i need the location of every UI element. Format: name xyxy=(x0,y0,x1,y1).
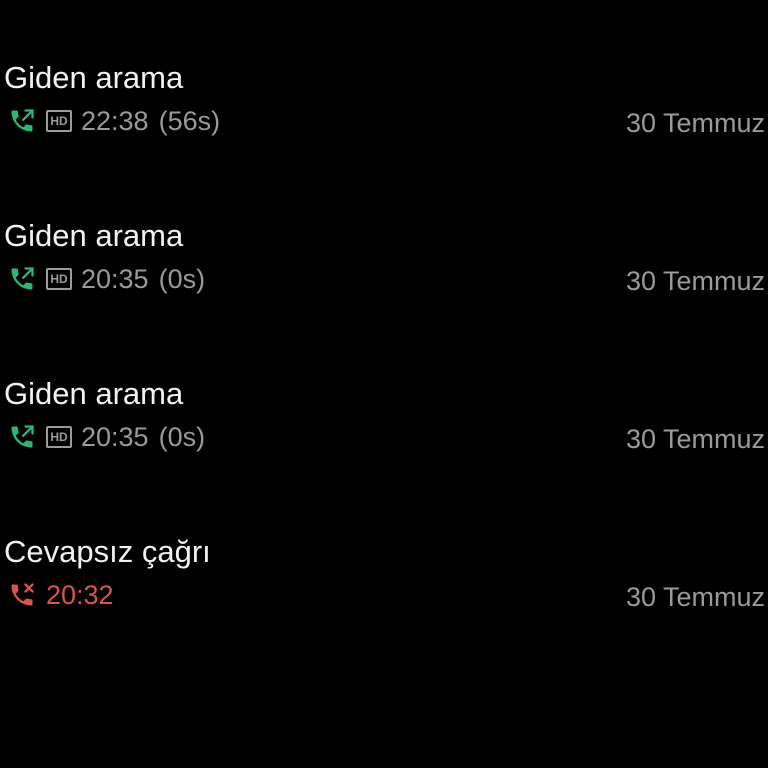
call-time: 22:38 xyxy=(81,106,149,136)
call-log-list: Giden arama HD 22:38 (56s) 30 Temmuz Gid… xyxy=(0,0,768,768)
call-details: HD 22:38 (56s) xyxy=(8,104,220,138)
call-date: 30 Temmuz xyxy=(625,582,765,612)
call-date: 30 Temmuz xyxy=(625,266,765,296)
call-details: HD 20:35 (0s) xyxy=(8,420,205,454)
call-log-item[interactable]: Giden arama HD 20:35 (0s) 30 Temmuz xyxy=(0,208,768,308)
call-duration: (56s) xyxy=(158,106,221,136)
call-type-title: Giden arama xyxy=(4,60,184,95)
call-duration: (0s) xyxy=(158,264,206,294)
call-time: 20:32 xyxy=(46,580,114,610)
call-type-title: Giden arama xyxy=(4,218,184,253)
outgoing-call-icon xyxy=(8,107,36,135)
call-time: 20:35 xyxy=(81,422,149,452)
hd-voice-badge: HD xyxy=(46,426,72,448)
call-details: HD 20:35 (0s) xyxy=(8,262,205,296)
call-log-item[interactable]: Giden arama HD 20:35 (0s) 30 Temmuz xyxy=(0,366,768,466)
call-duration: (0s) xyxy=(158,422,206,452)
call-type-title: Cevapsız çağrı xyxy=(4,534,211,569)
call-date: 30 Temmuz xyxy=(625,108,765,138)
call-details: 20:32 xyxy=(8,578,114,612)
call-type-title: Giden arama xyxy=(4,376,184,411)
call-log-item[interactable]: Giden arama HD 22:38 (56s) 30 Temmuz xyxy=(0,50,768,150)
hd-voice-badge: HD xyxy=(46,268,72,290)
call-date: 30 Temmuz xyxy=(625,424,765,454)
call-time: 20:35 xyxy=(81,264,149,294)
outgoing-call-icon xyxy=(8,423,36,451)
call-log-item[interactable]: Cevapsız çağrı 20:32 30 Temmuz xyxy=(0,524,768,624)
missed-call-icon xyxy=(8,581,36,609)
outgoing-call-icon xyxy=(8,265,36,293)
hd-voice-badge: HD xyxy=(46,110,72,132)
